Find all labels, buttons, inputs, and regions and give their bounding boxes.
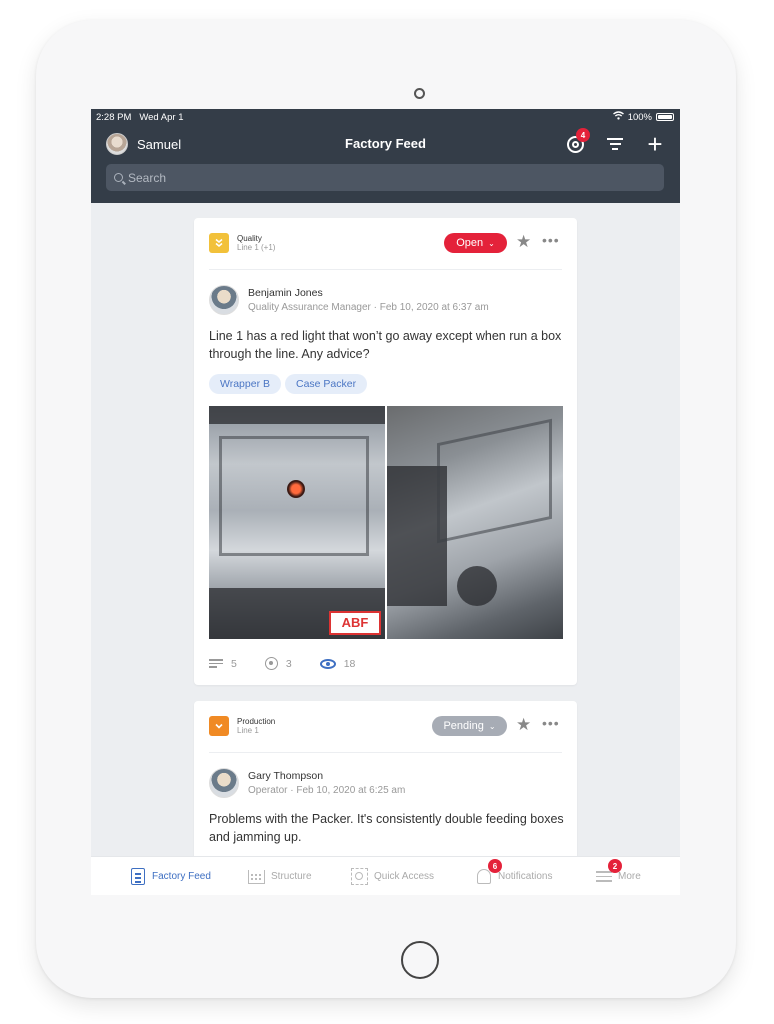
author-meta: Operator · Feb 10, 2020 at 6:25 am [248,785,406,796]
search-input[interactable] [128,170,648,185]
star-icon[interactable]: ★ [516,715,531,735]
category-name: Quality [237,234,262,243]
bell-icon: 6 [475,859,502,885]
divider [209,752,562,753]
post-card[interactable]: Production Line 1 Pending ⌄ ★ ••• Gary T… [194,701,577,871]
views-count: 18 [343,657,356,670]
tag[interactable]: Wrapper B [209,374,281,394]
chevron-down-icon [209,716,229,736]
tag[interactable]: Case Packer [285,374,368,394]
category-line: Line 1 (+1) [237,243,276,252]
support-badge: 4 [576,128,590,142]
comment-icon [209,657,223,670]
app-screen: 2:28 PM Wed Apr 1 100% Samuel Factory Fe… [91,109,680,895]
views-stat[interactable]: 18 [319,657,356,670]
battery-icon [656,113,674,121]
author-avatar[interactable] [209,768,239,798]
author-avatar[interactable] [209,285,239,315]
comments-count: 5 [231,657,237,670]
chevron-down-icon: ⌄ [488,721,496,731]
comments-stat[interactable]: 5 [209,657,237,670]
status-label: Pending [443,720,484,732]
structure-icon [248,868,265,885]
status-label: Open [456,237,484,249]
tab-quick-access[interactable]: Quick Access [351,857,434,895]
home-button[interactable] [401,941,439,979]
category-line: Line 1 [237,726,259,735]
photo-red-light [287,480,305,498]
chevrons-down-icon [209,233,229,253]
feed-icon [129,868,146,885]
battery-percent: 100% [627,111,652,123]
post-header: Quality Line 1 (+1) Open ⌄ ★ ••• [194,218,577,270]
more-options-icon[interactable]: ••• [542,232,560,248]
tab-label: More [618,871,641,882]
filter-button[interactable] [602,131,628,157]
filter-icon [607,135,623,153]
photo-logo-text: ABF [341,615,369,630]
actions-count: 3 [285,657,292,670]
post-text: Line 1 has a red light that won’t go awa… [209,329,562,361]
post-photo[interactable] [387,406,563,639]
status-time-text: 2:28 PM [96,112,132,123]
tab-more[interactable]: 2 More [595,857,641,895]
more-badge: 2 [608,859,622,873]
star-icon[interactable]: ★ [516,232,531,252]
tab-notifications[interactable]: 6 Notifications [475,857,552,895]
post-header: Production Line 1 Pending ⌄ ★ ••• [194,701,577,753]
quick-access-icon [351,868,368,885]
post-card[interactable]: Quality Line 1 (+1) Open ⌄ ★ ••• Benjami… [194,218,577,685]
author-meta: Quality Assurance Manager · Feb 10, 2020… [248,302,489,313]
status-dropdown[interactable]: Open ⌄ [444,233,507,253]
search-bar[interactable] [106,164,664,191]
post-photo[interactable]: ABF [209,406,385,639]
page-title: Factory Feed [345,136,426,151]
chevron-down-icon: ⌄ [488,238,495,248]
photo-shade [457,566,497,606]
eye-icon [319,658,336,669]
post-stats: 5 3 18 [209,657,383,670]
status-indicators: 100% [612,111,674,123]
author-name[interactable]: Gary Thompson [248,770,323,782]
support-button[interactable]: 4 [562,128,590,157]
camera [414,88,425,99]
status-time: 2:28 PM Wed Apr 1 [96,112,184,123]
add-post-button[interactable]: + [642,131,668,157]
post-text: Problems with the Packer. It's consisten… [209,812,564,844]
tag-list: Wrapper B Case Packer [209,374,368,394]
photo-logo: ABF [329,611,381,635]
target-icon [264,657,278,670]
top-bar: 2:28 PM Wed Apr 1 100% Samuel Factory Fe… [91,109,680,203]
wifi-icon [612,111,624,123]
photo-shade [209,406,385,424]
category-name: Production [237,717,276,726]
actions-stat[interactable]: 3 [264,657,292,670]
tab-bar: Factory Feed Structure Quick Access 6 No… [91,856,680,895]
tab-label: Notifications [498,871,553,882]
notifications-badge: 6 [488,859,502,873]
author-name[interactable]: Benjamin Jones [248,287,323,299]
tab-label: Structure [271,871,312,882]
search-icon [114,173,123,182]
tab-label: Quick Access [374,871,435,882]
tab-structure[interactable]: Structure [248,857,312,895]
status-date-text: Wed Apr 1 [139,112,184,123]
more-options-icon[interactable]: ••• [542,715,560,731]
tab-label: Factory Feed [152,871,211,882]
divider [209,269,562,270]
status-dropdown[interactable]: Pending ⌄ [432,716,507,736]
menu-icon: 2 [595,859,622,885]
tab-factory-feed[interactable]: Factory Feed [129,857,211,895]
photo-machine-frame [437,418,552,544]
plus-icon: + [647,129,663,159]
